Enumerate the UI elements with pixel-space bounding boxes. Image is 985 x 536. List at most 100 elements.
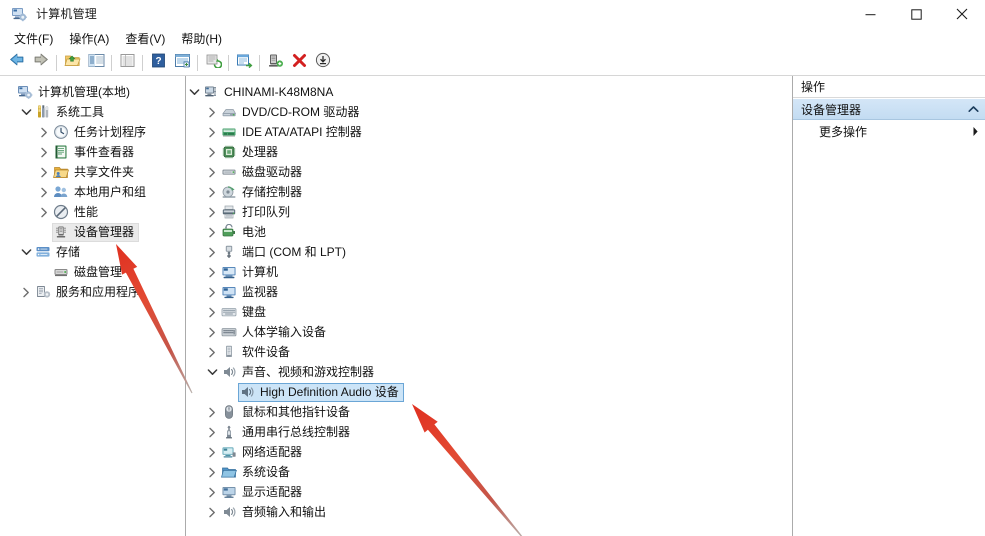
toolbar-help[interactable]: ? — [146, 52, 170, 74]
tree-row-hitbox[interactable]: 人体学输入设备 — [220, 323, 331, 342]
tree-row-hitbox[interactable]: 声音、视频和游戏控制器 — [220, 363, 379, 382]
chevron-right-icon[interactable] — [204, 507, 220, 518]
tree-row-hitbox[interactable]: 鼠标和其他指针设备 — [220, 403, 355, 422]
toolbar-show-hide-tree[interactable] — [84, 52, 108, 74]
toolbar-back[interactable] — [5, 52, 29, 74]
tree-row[interactable]: 计算机 — [186, 262, 792, 282]
toolbar-uninstall-device[interactable] — [287, 52, 311, 74]
tree-row[interactable]: DVD/CD-ROM 驱动器 — [186, 102, 792, 122]
tree-row-hitbox[interactable]: 电池 — [220, 223, 271, 242]
actions-item-more-actions[interactable]: 更多操作 — [793, 120, 985, 142]
tree-row-hitbox[interactable]: 音频输入和输出 — [220, 503, 331, 522]
tree-row-hitbox[interactable]: 存储控制器 — [220, 183, 307, 202]
tree-row[interactable]: 键盘 — [186, 302, 792, 322]
tree-row[interactable]: 磁盘驱动器 — [186, 162, 792, 182]
toolbar-scan-hardware[interactable] — [263, 52, 287, 74]
tree-row-hitbox[interactable]: 通用串行总线控制器 — [220, 423, 355, 442]
tree-row[interactable]: 网络适配器 — [186, 442, 792, 462]
tree-row[interactable]: 通用串行总线控制器 — [186, 422, 792, 442]
chevron-up-icon[interactable] — [968, 105, 979, 114]
tree-row-hitbox[interactable]: 计算机管理(本地) — [16, 83, 135, 102]
tree-row-hitbox[interactable]: 计算机 — [220, 263, 283, 282]
tree-row-hitbox[interactable]: IDE ATA/ATAPI 控制器 — [220, 123, 367, 142]
toolbar-list-view[interactable] — [115, 52, 139, 74]
tree-row[interactable]: 事件查看器 — [0, 142, 185, 162]
tree-row[interactable]: 服务和应用程序 — [0, 282, 185, 302]
tree-row[interactable]: 本地用户和组 — [0, 182, 185, 202]
chevron-right-icon[interactable] — [204, 107, 220, 118]
tree-row[interactable]: 共享文件夹 — [0, 162, 185, 182]
chevron-right-icon[interactable] — [204, 427, 220, 438]
tree-row-hitbox[interactable]: 共享文件夹 — [52, 163, 139, 182]
tree-row[interactable]: High Definition Audio 设备 — [186, 382, 792, 402]
tree-row[interactable]: 存储 — [0, 242, 185, 262]
chevron-right-icon[interactable] — [204, 227, 220, 238]
tree-row-hitbox[interactable]: 打印队列 — [220, 203, 295, 222]
tree-row[interactable]: 软件设备 — [186, 342, 792, 362]
chevron-right-icon[interactable] — [204, 267, 220, 278]
tree-row-hitbox[interactable]: 磁盘驱动器 — [220, 163, 307, 182]
tree-row-hitbox[interactable]: 系统设备 — [220, 463, 295, 482]
tree-row[interactable]: 声音、视频和游戏控制器 — [186, 362, 792, 382]
close-button[interactable] — [939, 0, 985, 28]
tree-row[interactable]: 电池 — [186, 222, 792, 242]
tree-row-hitbox[interactable]: 处理器 — [220, 143, 283, 162]
tree-row[interactable]: 处理器 — [186, 142, 792, 162]
toolbar-refresh[interactable] — [201, 52, 225, 74]
tree-row-hitbox[interactable]: 监视器 — [220, 283, 283, 302]
tree-row-hitbox[interactable]: CHINAMI-K48M8NA — [202, 83, 338, 102]
menu-file[interactable]: 文件(F) — [6, 29, 61, 49]
chevron-down-icon[interactable] — [18, 248, 34, 256]
chevron-right-icon[interactable] — [204, 247, 220, 258]
toolbar-forward[interactable] — [29, 52, 53, 74]
chevron-right-icon[interactable] — [204, 147, 220, 158]
chevron-down-icon[interactable] — [204, 368, 220, 376]
tree-row-hitbox[interactable]: High Definition Audio 设备 — [238, 382, 404, 402]
tree-row[interactable]: 显示适配器 — [186, 482, 792, 502]
tree-row-hitbox[interactable]: 键盘 — [220, 303, 271, 322]
tree-row-hitbox[interactable]: 磁盘管理 — [52, 263, 127, 282]
tree-row-hitbox[interactable]: 端口 (COM 和 LPT) — [220, 243, 351, 262]
tree-row[interactable]: 计算机管理(本地) — [0, 82, 185, 102]
chevron-right-icon[interactable] — [36, 167, 52, 178]
tree-row[interactable]: IDE ATA/ATAPI 控制器 — [186, 122, 792, 142]
chevron-right-icon[interactable] — [36, 187, 52, 198]
menu-view[interactable]: 查看(V) — [117, 29, 173, 49]
chevron-right-icon[interactable] — [204, 447, 220, 458]
tree-row-hitbox[interactable]: 存储 — [34, 243, 85, 262]
minimize-button[interactable] — [847, 0, 893, 28]
chevron-right-icon[interactable] — [204, 187, 220, 198]
chevron-right-icon[interactable] — [204, 207, 220, 218]
chevron-right-icon[interactable] — [204, 327, 220, 338]
tree-row[interactable]: 系统设备 — [186, 462, 792, 482]
tree-row[interactable]: 端口 (COM 和 LPT) — [186, 242, 792, 262]
tree-row-hitbox[interactable]: 显示适配器 — [220, 483, 307, 502]
toolbar-disable-device[interactable] — [311, 52, 335, 74]
chevron-down-icon[interactable] — [186, 88, 202, 96]
chevron-right-icon[interactable] — [204, 487, 220, 498]
maximize-button[interactable] — [893, 0, 939, 28]
tree-row-hitbox[interactable]: 性能 — [52, 203, 103, 222]
tree-row-hitbox[interactable]: 任务计划程序 — [52, 123, 151, 142]
chevron-down-icon[interactable] — [18, 108, 34, 116]
tree-row-hitbox[interactable]: 网络适配器 — [220, 443, 307, 462]
tree-row[interactable]: 性能 — [0, 202, 185, 222]
tree-row[interactable]: 音频输入和输出 — [186, 502, 792, 522]
chevron-right-icon[interactable] — [204, 467, 220, 478]
toolbar-up-folder[interactable] — [60, 52, 84, 74]
chevron-right-icon[interactable] — [204, 347, 220, 358]
tree-row[interactable]: 系统工具 — [0, 102, 185, 122]
chevron-right-icon[interactable] — [204, 167, 220, 178]
tree-row[interactable]: 设备管理器 — [0, 222, 185, 242]
chevron-right-icon[interactable] — [204, 127, 220, 138]
tree-row-hitbox[interactable]: 本地用户和组 — [52, 183, 151, 202]
chevron-right-icon[interactable] — [204, 287, 220, 298]
chevron-right-icon[interactable] — [18, 287, 34, 298]
menu-action[interactable]: 操作(A) — [61, 29, 117, 49]
chevron-right-icon[interactable] — [36, 147, 52, 158]
tree-row-hitbox[interactable]: 服务和应用程序 — [34, 283, 145, 302]
tree-row-hitbox[interactable]: 事件查看器 — [52, 143, 139, 162]
tree-row-hitbox[interactable]: 设备管理器 — [52, 222, 140, 242]
tree-row-hitbox[interactable]: DVD/CD-ROM 驱动器 — [220, 103, 364, 122]
chevron-right-icon[interactable] — [36, 127, 52, 138]
